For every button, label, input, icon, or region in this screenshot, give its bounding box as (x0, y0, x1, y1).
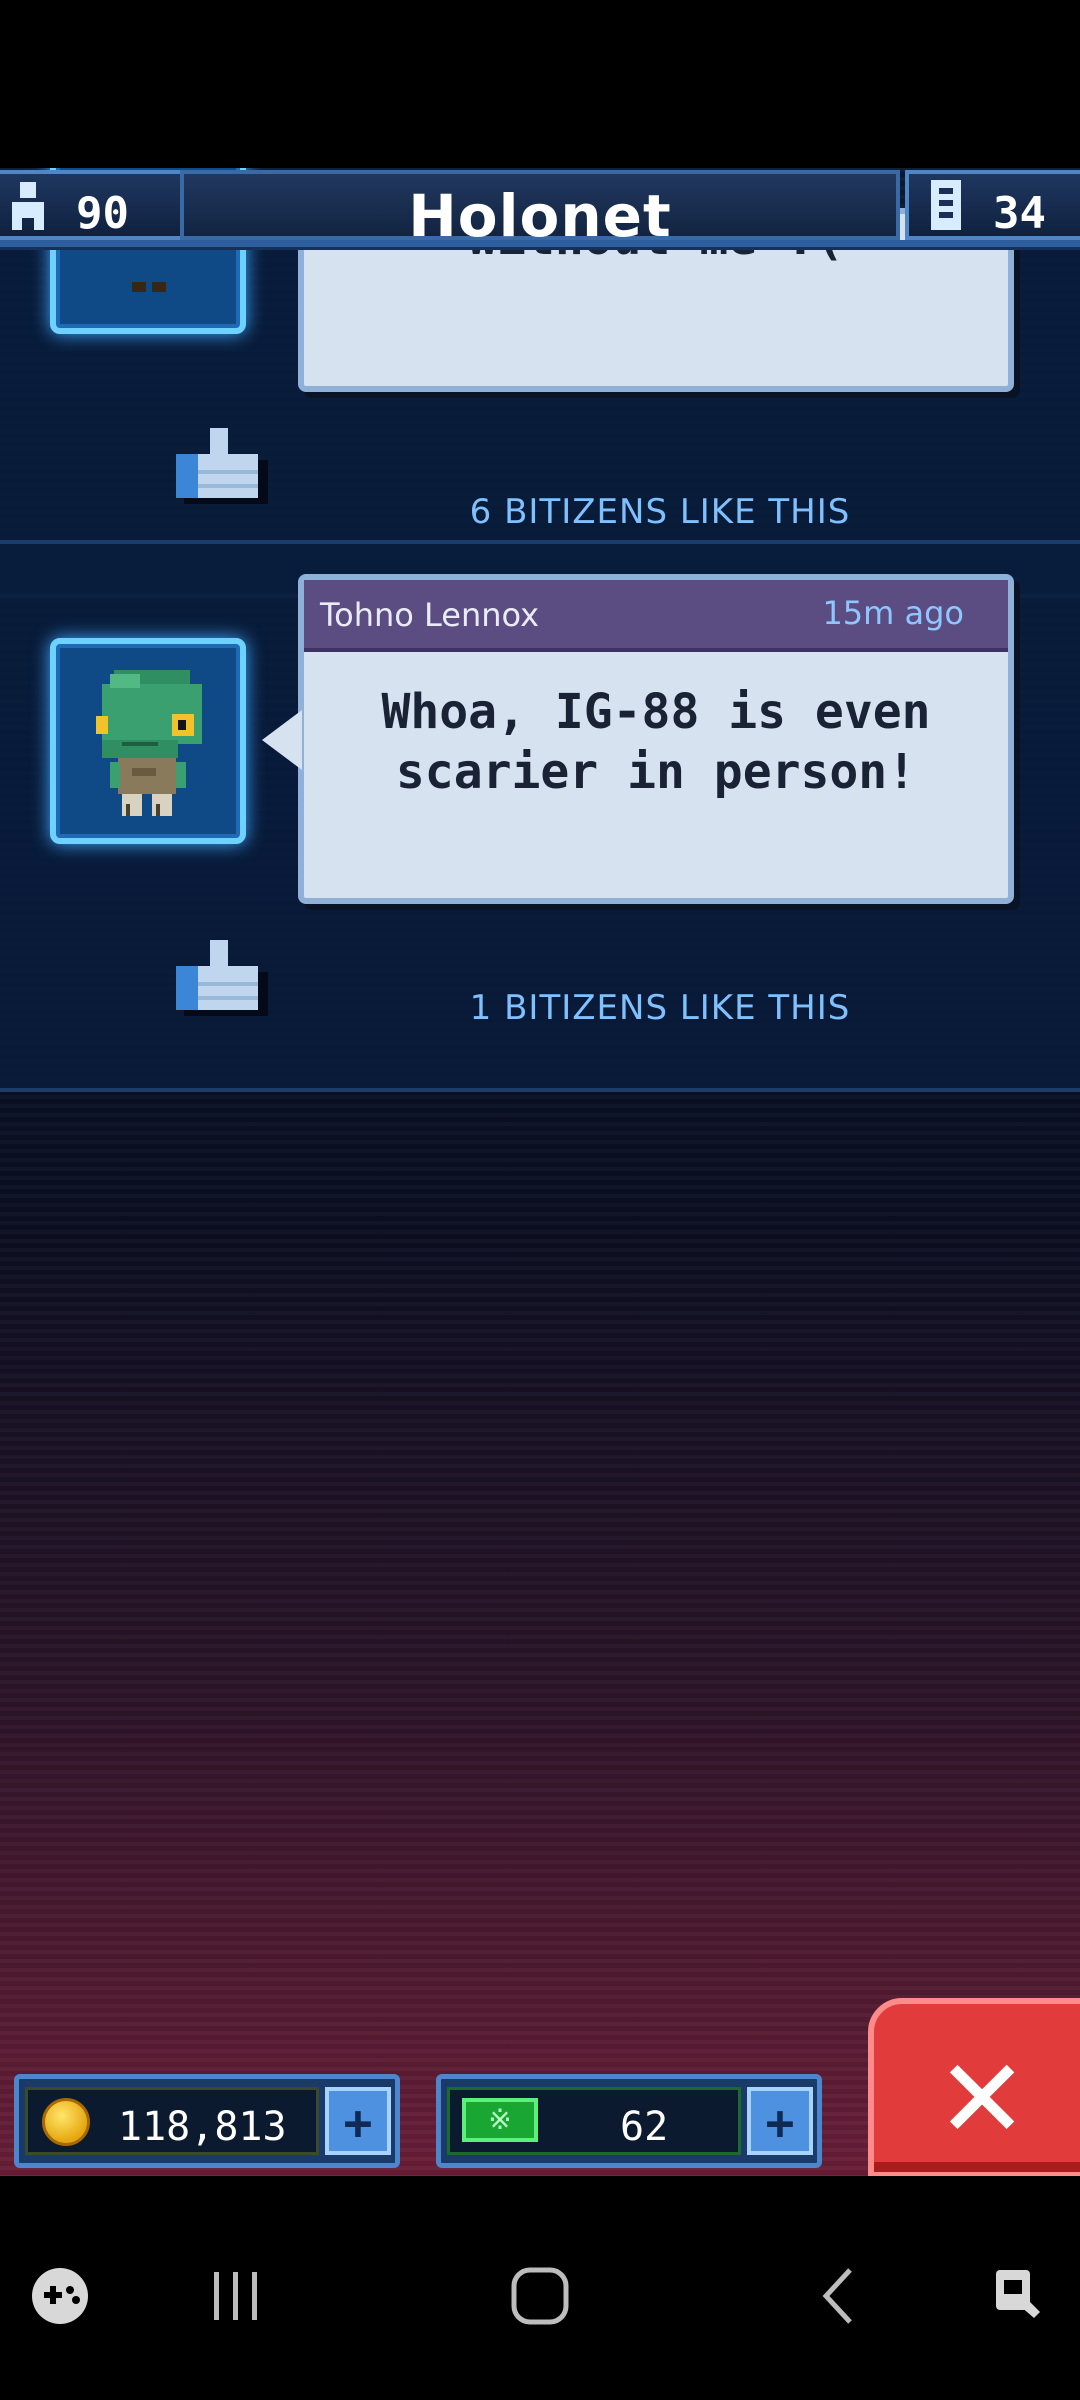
coins-value: 118,813 (118, 2104, 287, 2150)
home-icon (511, 2267, 569, 2325)
message-text-line-2: scarier in person! (395, 744, 917, 800)
holonet-screen: without me :( 6 BITIZENS LIKE THIS (0, 168, 1080, 2176)
home-button[interactable] (500, 2256, 580, 2336)
recent-apps-icon (214, 2272, 257, 2320)
coins-display: 118,813 (25, 2087, 319, 2155)
avatar[interactable] (50, 638, 246, 844)
person-icon (12, 182, 44, 230)
population-value: 90 (76, 188, 129, 239)
currency-bar: 118,813 + ※ 62 + ✕ (0, 1998, 1080, 2176)
thumbs-up-icon (176, 940, 272, 1018)
coins-panel: 118,813 + (14, 2074, 400, 2168)
bux-panel: ※ 62 + (436, 2074, 822, 2168)
bux-display: ※ 62 (447, 2087, 741, 2155)
title-panel: Holonet (180, 170, 900, 250)
touch-assist-icon (996, 2270, 1040, 2318)
header: 90 Holonet 34 (0, 168, 1080, 252)
gamepad-icon (32, 2268, 88, 2324)
close-icon: ✕ (936, 2035, 1029, 2163)
plus-icon: + (765, 2095, 795, 2151)
floors-value: 34 (993, 188, 1046, 239)
message-bubble-tail (262, 710, 302, 770)
bux-value: 62 (620, 2104, 669, 2150)
likes-count: 6 BITIZENS LIKE THIS (469, 492, 851, 532)
post-time: 15m ago (822, 594, 964, 632)
back-button[interactable] (800, 2256, 880, 2336)
holonet-post: Tohno Lennox 15m ago Whoa, IG-88 is even… (0, 540, 1080, 1092)
coin-icon (42, 2098, 90, 2146)
bux-icon: ※ (462, 2098, 538, 2142)
bitizen-avatar-image (96, 670, 202, 816)
system-nav-bar (0, 2176, 1080, 2400)
message-bubble: Tohno Lennox 15m ago Whoa, IG-88 is even… (298, 574, 1014, 904)
status-bar (0, 0, 1080, 168)
like-button[interactable] (176, 424, 272, 506)
add-coins-button[interactable]: + (325, 2087, 391, 2155)
accessibility-button[interactable] (980, 2256, 1060, 2336)
close-button[interactable]: ✕ (868, 1998, 1080, 2176)
message-header: Tohno Lennox 15m ago (304, 580, 1008, 652)
plus-icon: + (343, 2095, 373, 2151)
back-icon (822, 2268, 852, 2324)
floors-icon (931, 180, 961, 230)
like-button[interactable] (176, 936, 272, 1018)
recent-apps-button[interactable] (196, 2256, 276, 2336)
game-launcher-button[interactable] (20, 2256, 100, 2336)
thumbs-up-icon (176, 428, 272, 506)
population-counter[interactable]: 90 (0, 170, 184, 240)
likes-count: 1 BITIZENS LIKE THIS (469, 988, 851, 1028)
floors-counter[interactable]: 34 (905, 170, 1080, 240)
add-bux-button[interactable]: + (747, 2087, 813, 2155)
page-title: Holonet (408, 182, 672, 250)
author-name[interactable]: Tohno Lennox (320, 596, 539, 634)
message-text-line-1: Whoa, IG-88 is even (381, 684, 931, 740)
